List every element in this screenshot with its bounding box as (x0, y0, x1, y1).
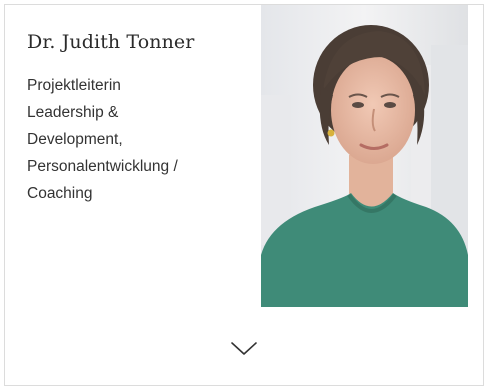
role-line: Coaching (27, 185, 93, 202)
profile-card: Dr. Judith Tonner Projektleiterin Leader… (4, 4, 484, 386)
profile-role: Projektleiterin Leadership & Development… (27, 72, 257, 207)
profile-text: Dr. Judith Tonner Projektleiterin Leader… (27, 29, 257, 207)
expand-button[interactable] (227, 335, 261, 363)
role-line: Development, (27, 131, 123, 148)
chevron-down-icon (231, 342, 257, 355)
role-line: Projektleiterin (27, 77, 121, 94)
portrait-illustration (261, 5, 468, 307)
profile-photo (261, 5, 468, 307)
role-line: Personalentwicklung / (27, 158, 178, 175)
profile-name: Dr. Judith Tonner (27, 31, 195, 53)
role-line: Leadership & (27, 104, 119, 121)
